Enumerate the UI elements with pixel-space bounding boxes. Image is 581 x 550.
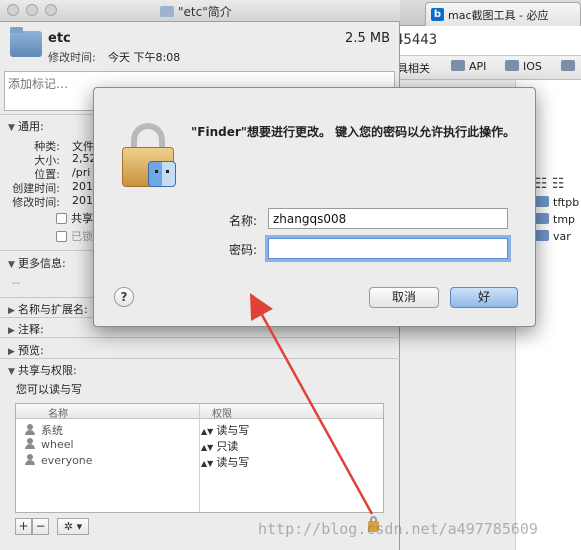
annotation-arrow — [249, 293, 374, 515]
watermark: http://blog.csdn.net/a497785609 — [258, 520, 538, 538]
